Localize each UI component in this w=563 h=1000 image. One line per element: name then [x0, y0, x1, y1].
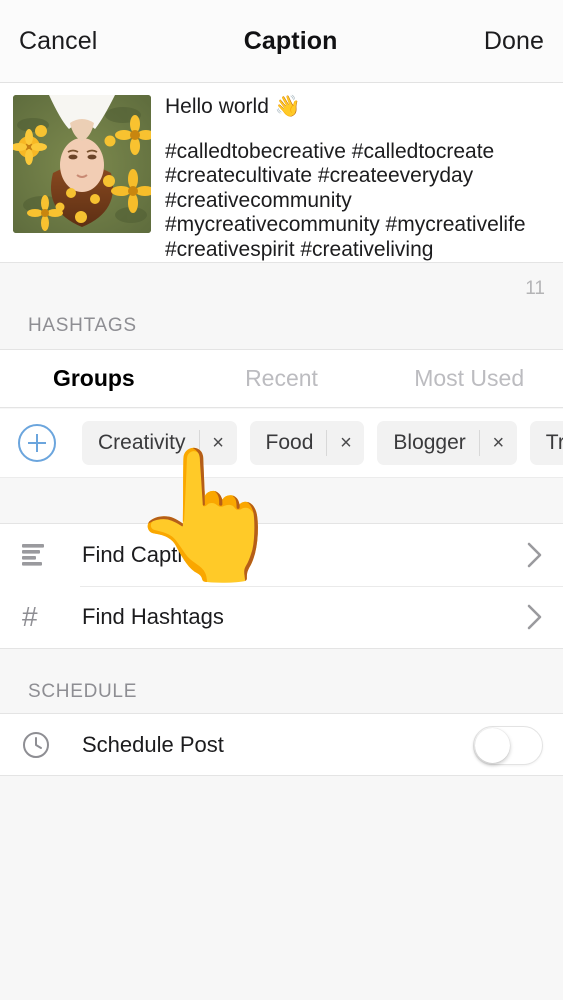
find-captions-label: Find Captions [82, 542, 218, 567]
schedule-list-group: Schedule Post [0, 714, 563, 776]
hash-icon: # [22, 601, 38, 632]
group-chip-label: Travel [545, 431, 563, 454]
caption-editor-screen: Cancel Caption Done Hello world 👋 #calle… [0, 0, 563, 1000]
chevron-right-icon [527, 604, 543, 630]
caption-text-body[interactable]: Hello world 👋 #calledtobecreative #calle… [165, 95, 553, 262]
navigation-bar: Cancel Caption Done [0, 0, 563, 83]
group-chip-food[interactable]: Food × [249, 421, 365, 465]
find-list-group: Find Captions # Find Hashtags [0, 524, 563, 649]
hashtag-count: 11 [525, 278, 545, 299]
tab-groups[interactable]: Groups [0, 365, 188, 392]
hashtags-label: HASHTAGS [28, 315, 137, 336]
close-icon[interactable]: × [198, 430, 237, 456]
hashtags-section-header: 11 HASHTAGS [0, 264, 563, 350]
section-spacer [0, 478, 563, 524]
group-chip-creativity[interactable]: Creativity × [82, 421, 237, 465]
caption-greeting-line: Hello world 👋 [165, 95, 301, 118]
tab-recent[interactable]: Recent [188, 365, 376, 392]
find-hashtags-row[interactable]: # Find Hashtags [0, 586, 563, 648]
schedule-post-toggle[interactable] [473, 725, 543, 765]
post-thumbnail[interactable] [13, 95, 151, 233]
page-title: Caption [243, 26, 338, 55]
cancel-button[interactable]: Cancel [19, 27, 97, 56]
group-chip-label: Food [265, 431, 314, 454]
clock-icon [22, 731, 64, 759]
group-chip-travel[interactable]: Travel × [529, 421, 563, 465]
group-chip-label: Blogger [393, 431, 466, 454]
find-captions-row[interactable]: Find Captions [0, 524, 563, 586]
done-button[interactable]: Done [484, 27, 544, 56]
caption-panel[interactable]: Hello world 👋 #calledtobecreative #calle… [0, 83, 563, 263]
close-icon[interactable]: × [326, 430, 364, 456]
toggle-knob [475, 727, 510, 763]
chevron-right-icon [527, 542, 543, 568]
hashtag-groups-row: Creativity × Food × Blogger × Travel × [0, 409, 563, 478]
tab-most-used[interactable]: Most Used [375, 365, 563, 392]
schedule-section-header: SCHEDULE [0, 649, 563, 714]
caption-hashtags-line: #calledtobecreative #calledtocreate #cre… [165, 139, 526, 261]
plus-circle-icon[interactable] [18, 424, 56, 462]
hashtag-source-tabs: Groups Recent Most Used [0, 350, 563, 408]
schedule-post-row[interactable]: Schedule Post [0, 714, 563, 776]
group-chip-label: Creativity [98, 431, 186, 454]
find-hashtags-label: Find Hashtags [82, 604, 224, 629]
close-icon[interactable]: × [478, 430, 517, 456]
schedule-label: SCHEDULE [28, 681, 138, 702]
group-chip-blogger[interactable]: Blogger × [377, 421, 517, 465]
empty-area [0, 777, 563, 1000]
schedule-post-label: Schedule Post [82, 732, 224, 757]
lines-icon [22, 544, 64, 566]
